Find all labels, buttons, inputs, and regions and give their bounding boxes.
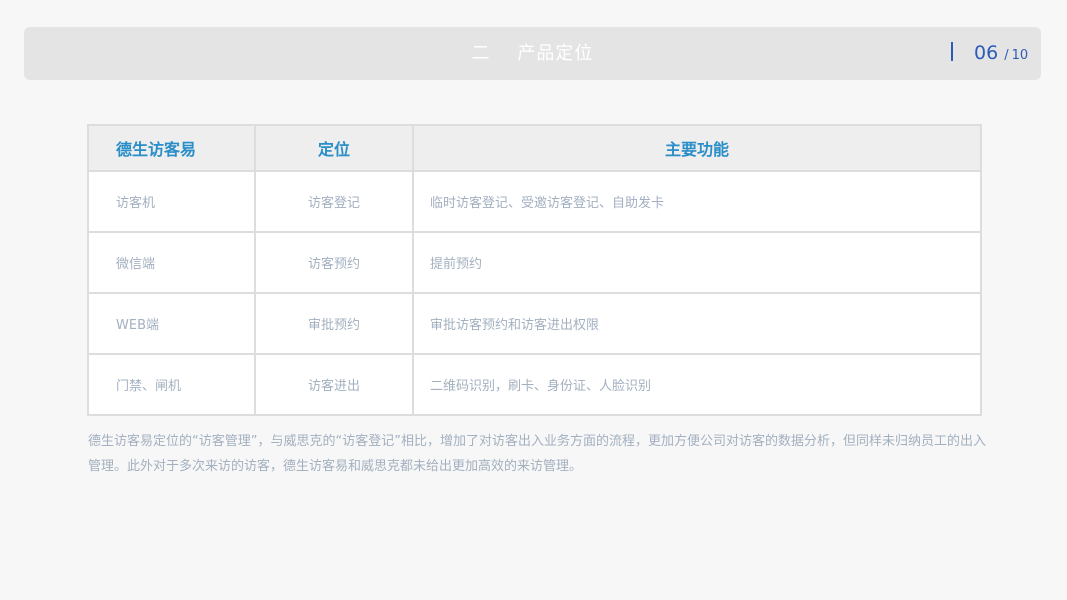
table-row: WEB端 审批预约 审批访客预约和访客进出权限 [87,292,982,355]
footnote-text: 德生访客易定位的“访客管理”，与威思克的“访客登记”相比，增加了对访客出入业务方… [88,434,986,474]
cell-position: 访客进出 [254,353,414,416]
table-row: 门禁、闸机 访客进出 二维码识别，刷卡、身份证、人脸识别 [87,353,982,416]
cell-functions: 二维码识别，刷卡、身份证、人脸识别 [412,353,982,416]
table-header-row: 德生访客易 定位 主要功能 [87,124,982,172]
header-bar: 二 产品定位 06 /10 [24,27,1041,80]
cell-position: 访客预约 [254,231,414,294]
cell-product-name: WEB端 [87,292,256,355]
cell-product-name: 访客机 [87,170,256,233]
column-header-functions: 主要功能 [412,124,982,172]
cell-functions: 提前预约 [412,231,982,294]
column-header-position: 定位 [254,124,414,172]
product-positioning-table: 德生访客易 定位 主要功能 访客机 访客登记 临时访客登记、受邀访客登记、自助发… [87,124,982,416]
page-separator: / [1004,48,1009,63]
table-row: 访客机 访客登记 临时访客登记、受邀访客登记、自助发卡 [87,170,982,233]
cell-functions: 审批访客预约和访客进出权限 [412,292,982,355]
cell-functions: 临时访客登记、受邀访客登记、自助发卡 [412,170,982,233]
page-indicator: 06 /10 [974,27,1028,80]
cell-product-name: 微信端 [87,231,256,294]
page-divider [951,42,953,61]
page-total-number: 10 [1011,48,1029,63]
page-current-number: 06 [974,42,999,64]
cell-position: 访客登记 [254,170,414,233]
cell-product-name: 门禁、闸机 [87,353,256,416]
cell-position: 审批预约 [254,292,414,355]
table-row: 微信端 访客预约 提前预约 [87,231,982,294]
page-title: 二 产品定位 [471,43,594,64]
column-header-product: 德生访客易 [87,124,256,172]
